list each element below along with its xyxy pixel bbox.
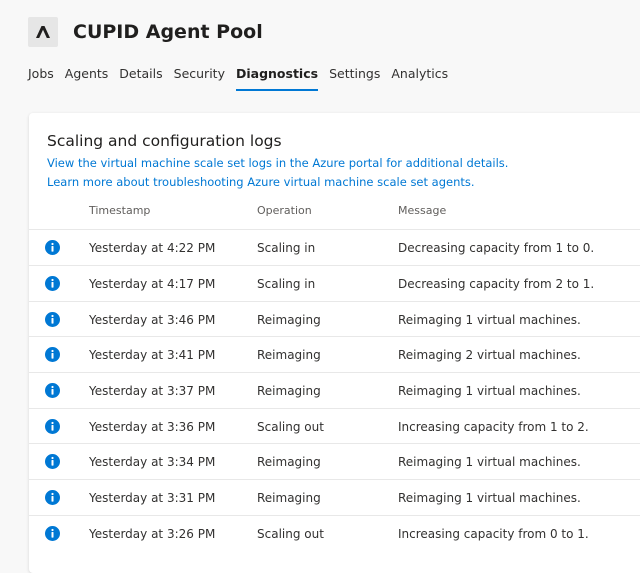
row-operation: Scaling in <box>257 277 316 291</box>
info-icon <box>45 312 60 327</box>
row-operation: Scaling in <box>257 241 316 255</box>
info-icon <box>45 490 60 505</box>
row-operation: Scaling out <box>257 527 324 541</box>
column-header-operation[interactable]: Operation <box>257 204 312 217</box>
info-icon <box>45 419 60 434</box>
row-message: Decreasing capacity from 2 to 1. <box>398 277 595 291</box>
info-icon <box>45 240 60 255</box>
page-title: CUPID Agent Pool <box>73 21 263 43</box>
table-row[interactable]: Yesterday at 3:41 PM Reimaging Reimaging 2… <box>29 336 640 372</box>
row-operation: Reimaging <box>257 455 321 469</box>
row-message: Increasing capacity from 1 to 2. <box>398 420 589 434</box>
row-timestamp: Yesterday at 3:41 PM <box>89 348 216 362</box>
info-icon <box>45 454 60 469</box>
row-timestamp: Yesterday at 3:37 PM <box>89 384 216 398</box>
troubleshooting-learn-more-link[interactable]: Learn more about troubleshooting Azure v… <box>47 175 475 189</box>
table-row[interactable]: Yesterday at 4:17 PM Scaling in Decreasing… <box>29 265 640 301</box>
table-row[interactable]: Yesterday at 3:34 PM Reimaging Reimaging 1… <box>29 443 640 479</box>
row-operation: Reimaging <box>257 313 321 327</box>
azure-portal-logs-link[interactable]: View the virtual machine scale set logs … <box>47 156 508 170</box>
row-message: Increasing capacity from 0 to 1. <box>398 527 589 541</box>
row-message: Reimaging 1 virtual machines. <box>398 313 581 327</box>
row-operation: Reimaging <box>257 384 321 398</box>
row-timestamp: Yesterday at 4:22 PM <box>89 241 216 255</box>
info-icon <box>45 276 60 291</box>
row-message: Decreasing capacity from 1 to 0. <box>398 241 595 255</box>
page-header: CUPID Agent Pool <box>28 17 263 47</box>
tab-settings[interactable]: Settings <box>329 66 380 91</box>
row-message: Reimaging 1 virtual machines. <box>398 491 581 505</box>
row-operation: Scaling out <box>257 420 324 434</box>
row-timestamp: Yesterday at 3:31 PM <box>89 491 216 505</box>
tab-diagnostics[interactable]: Diagnostics <box>235 66 319 91</box>
row-timestamp: Yesterday at 4:17 PM <box>89 277 216 291</box>
row-message: Reimaging 2 virtual machines. <box>398 348 581 362</box>
row-message: Reimaging 1 virtual machines. <box>398 384 581 398</box>
column-header-message[interactable]: Message <box>398 204 446 217</box>
tab-security[interactable]: Security <box>174 66 225 91</box>
table-row[interactable]: Yesterday at 3:46 PM Reimaging Reimaging 1… <box>29 301 640 337</box>
column-header-timestamp[interactable]: Timestamp <box>89 204 150 217</box>
tab-bar: Jobs Agents Details Security Diagnostics… <box>28 66 459 91</box>
table-row[interactable]: Yesterday at 3:31 PM Reimaging Reimaging 1… <box>29 479 640 515</box>
tab-details[interactable]: Details <box>119 66 162 91</box>
table-row[interactable]: Yesterday at 4:22 PM Scaling in Decreasing… <box>29 229 640 265</box>
row-operation: Reimaging <box>257 491 321 505</box>
row-operation: Reimaging <box>257 348 321 362</box>
azure-devops-logo-icon <box>28 17 58 47</box>
logs-card: Scaling and configuration logs View the … <box>29 113 640 573</box>
table-row[interactable]: Yesterday at 3:36 PM Scaling out Increasin… <box>29 408 640 444</box>
row-timestamp: Yesterday at 3:26 PM <box>89 527 216 541</box>
row-timestamp: Yesterday at 3:46 PM <box>89 313 216 327</box>
logs-title: Scaling and configuration logs <box>47 132 282 150</box>
info-icon <box>45 383 60 398</box>
tab-jobs[interactable]: Jobs <box>28 66 54 91</box>
row-timestamp: Yesterday at 3:36 PM <box>89 420 216 434</box>
table-row[interactable]: Yesterday at 3:26 PM Scaling out Increasin… <box>29 515 640 551</box>
info-icon <box>45 526 60 541</box>
tab-agents[interactable]: Agents <box>65 66 109 91</box>
tab-analytics[interactable]: Analytics <box>391 66 448 91</box>
table-row[interactable]: Yesterday at 3:37 PM Reimaging Reimaging 1… <box>29 372 640 408</box>
row-message: Reimaging 1 virtual machines. <box>398 455 581 469</box>
row-timestamp: Yesterday at 3:34 PM <box>89 455 216 469</box>
info-icon <box>45 347 60 362</box>
